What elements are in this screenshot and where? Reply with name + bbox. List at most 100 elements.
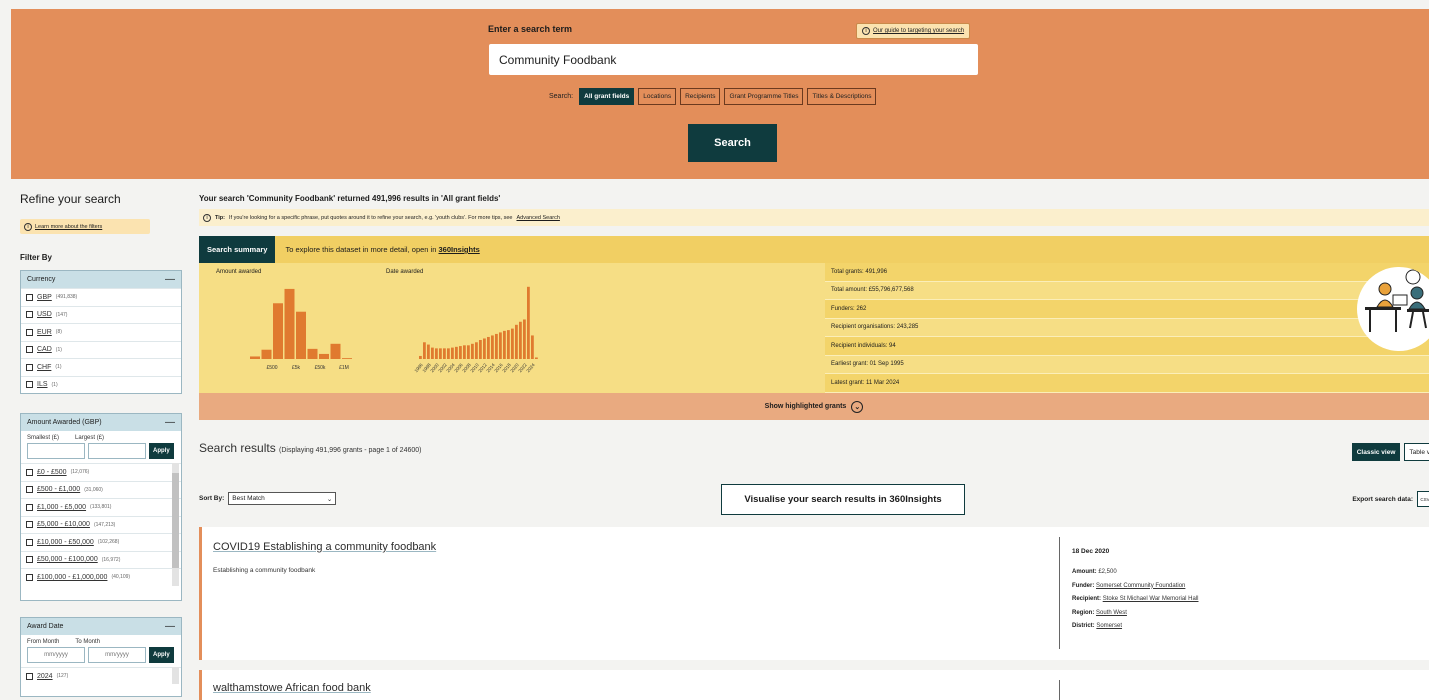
from-month-input[interactable]: [27, 647, 85, 663]
currency-option[interactable]: USD (147): [21, 305, 181, 324]
option-label: 2024: [37, 672, 53, 680]
checkbox[interactable]: [26, 556, 33, 564]
stat-total-amount: Total amount: £55,796,677,568: [825, 282, 1429, 300]
search-guide-link[interactable]: i Our guide to targeting your search: [856, 23, 971, 39]
option-label: £10,000 - £50,000: [37, 538, 94, 546]
filter-help-link[interactable]: i Learn more about the filters: [20, 219, 150, 234]
summary-stats: Total grants: 491,996 Total amount: £55,…: [825, 263, 1429, 393]
option-count: (16,972): [101, 556, 121, 563]
option-count: (1): [51, 381, 58, 388]
checkbox[interactable]: [26, 346, 33, 354]
currency-option[interactable]: GBP (491,838): [21, 288, 181, 306]
date-chart-bar: [455, 346, 458, 359]
award-date-filter-header[interactable]: Award Date —: [21, 618, 181, 635]
filter-help-text: Learn more about the filters: [35, 223, 103, 230]
amount-label: Amount:: [1072, 569, 1097, 575]
option-count: (147,213): [93, 521, 116, 528]
show-highlighted-grants-button[interactable]: Show highlighted grants ⌄: [199, 393, 1429, 420]
award-date-apply-button[interactable]: Apply: [149, 647, 174, 663]
recipient-link[interactable]: Stoke St Michael War Memorial Hall: [1103, 596, 1199, 602]
award-date-option[interactable]: 2024 (127): [21, 667, 181, 685]
smallest-amount-input[interactable]: [27, 443, 85, 459]
option-count: (8): [55, 329, 62, 336]
checkbox[interactable]: [26, 503, 33, 511]
grant-title-link[interactable]: COVID19 Establishing a community foodban…: [213, 541, 436, 553]
date-chart-bar: [431, 347, 434, 359]
search-input[interactable]: [489, 44, 978, 75]
grant-title-link[interactable]: walthamstowe African food bank: [213, 682, 371, 694]
currency-filter-header[interactable]: Currency —: [21, 271, 181, 288]
info-icon: i: [203, 213, 211, 222]
currency-option[interactable]: EUR (8): [21, 323, 181, 341]
date-chart-bar: [459, 346, 462, 359]
results-title-wrap: Search results (Displaying 491,996 grant…: [199, 441, 421, 455]
amount-option[interactable]: £100,000 - £1,000,000 (40,109): [21, 568, 181, 586]
checkbox[interactable]: [26, 521, 33, 529]
from-month-label: From Month: [27, 639, 60, 645]
amount-option[interactable]: £50,000 - £100,000 (16,972): [21, 550, 181, 569]
amount-option[interactable]: £500 - £1,000 (31,060): [21, 480, 181, 499]
amount-option[interactable]: £5,000 - £10,000 (147,213): [21, 515, 181, 534]
date-chart-bar: [483, 338, 486, 359]
grant-meta: [1059, 680, 1072, 700]
date-chart-bar: [507, 330, 510, 359]
amount-option[interactable]: £0 - £500 (12,076): [21, 463, 181, 481]
checkbox[interactable]: [26, 468, 33, 476]
checkbox[interactable]: [26, 486, 33, 494]
checkbox[interactable]: [26, 672, 33, 680]
option-count: (147): [55, 311, 68, 318]
date-chart-bar: [491, 335, 494, 359]
checkbox[interactable]: [26, 363, 33, 371]
currency-option[interactable]: CAD (1): [21, 340, 181, 359]
region-link[interactable]: South West: [1096, 610, 1127, 616]
district-link[interactable]: Somerset: [1096, 623, 1122, 629]
checkbox[interactable]: [26, 328, 33, 336]
checkbox[interactable]: [26, 381, 33, 389]
currency-option[interactable]: CHF (1): [21, 358, 181, 376]
grant-result-card: COVID19 Establishing a community foodban…: [199, 527, 1429, 660]
scope-grant-programme-titles[interactable]: Grant Programme Titles: [724, 88, 804, 105]
funder-link[interactable]: Somerset Community Foundation: [1096, 583, 1185, 589]
scope-all-grant-fields[interactable]: All grant fields: [579, 88, 635, 105]
search-button[interactable]: Search: [688, 124, 777, 162]
amount-chart: Amount awarded £500 £5k £50k £1M: [199, 263, 379, 393]
largest-amount-input[interactable]: [88, 443, 146, 459]
tab-search-summary[interactable]: Search summary: [199, 236, 276, 263]
collapse-icon[interactable]: —: [165, 417, 175, 428]
amount-apply-button[interactable]: Apply: [149, 443, 174, 459]
currency-filter-panel: Currency — GBP (491,838) USD (147) EUR (8) …: [20, 270, 182, 394]
sort-select[interactable]: Best Match ⌄: [228, 492, 337, 505]
stat-funders: Funders: 262: [825, 300, 1429, 319]
checkbox[interactable]: [26, 538, 33, 546]
region-label: Region:: [1072, 609, 1095, 616]
grant-date: 18 Dec 2020: [1072, 548, 1110, 555]
to-month-input[interactable]: [88, 647, 146, 663]
award-date-scrollbar-track[interactable]: [172, 667, 179, 684]
option-count: (31,060): [84, 486, 103, 493]
amount-filter-header[interactable]: Amount Awarded (GBP) —: [21, 414, 181, 431]
classic-view-button[interactable]: Classic view: [1351, 443, 1401, 461]
scope-titles-descriptions[interactable]: Titles & Descriptions: [807, 88, 877, 105]
amount-option[interactable]: £10,000 - £50,000 (102,268): [21, 533, 181, 551]
currency-option[interactable]: ILS (1): [21, 375, 181, 394]
date-chart-bar: [535, 357, 538, 359]
amount-scrollbar-thumb[interactable]: [172, 473, 179, 568]
csv-export-icon[interactable]: CSV: [1417, 491, 1429, 507]
checkbox[interactable]: [26, 311, 33, 319]
advanced-search-link[interactable]: Advanced Search: [516, 215, 559, 221]
checkbox[interactable]: [26, 293, 33, 301]
scope-recipients[interactable]: Recipients: [680, 88, 721, 105]
date-chart-bar: [439, 348, 442, 359]
option-count: (133,801): [90, 504, 112, 511]
currency-filter-title: Currency: [27, 276, 56, 283]
amount-option[interactable]: £1,000 - £5,000 (133,801): [21, 498, 181, 516]
results-title: Search results: [199, 441, 276, 455]
checkbox[interactable]: [26, 573, 33, 581]
visualise-results-button[interactable]: Visualise your search results in 360Insi…: [721, 484, 965, 515]
scope-locations[interactable]: Locations: [638, 88, 677, 105]
open-360insights-link[interactable]: 360Insights: [438, 245, 479, 254]
collapse-icon[interactable]: —: [165, 621, 175, 632]
table-view-button[interactable]: Table v: [1404, 443, 1429, 461]
collapse-icon[interactable]: —: [165, 274, 175, 285]
funder-label: Funder:: [1072, 582, 1095, 589]
